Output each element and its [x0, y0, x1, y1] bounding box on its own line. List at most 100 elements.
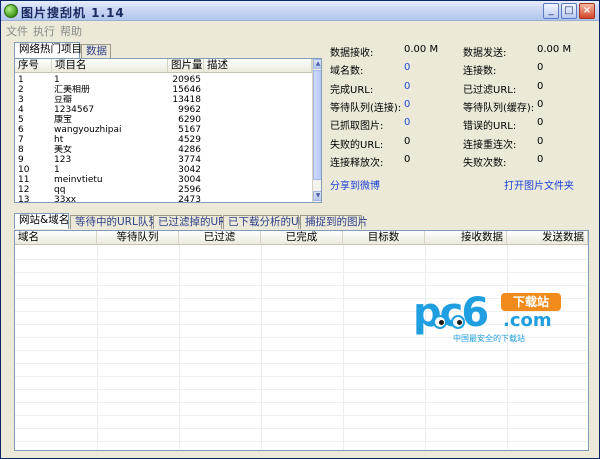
stat-label: 已抓取图片: [330, 121, 384, 133]
stat-label: 失败次数: [463, 157, 507, 169]
stat-label: 等待队列(连接): [330, 102, 402, 114]
row-count: 13418 [172, 95, 201, 105]
scroll-thumb[interactable] [313, 70, 321, 180]
row-index: 3 [18, 95, 24, 105]
row-name: ht [54, 135, 64, 145]
menu-file[interactable]: 文件 [6, 23, 28, 39]
grid-line [15, 272, 588, 273]
row-count: 2596 [178, 185, 201, 195]
col-header-desc[interactable]: 描述 [204, 59, 312, 73]
row-count: 3004 [178, 175, 201, 185]
watermark-eye-icon [433, 315, 447, 329]
table-scrollbar[interactable]: ▲ ▼ [312, 59, 321, 202]
grid-line [15, 428, 588, 429]
grid-line [97, 245, 98, 450]
col-header-filtered[interactable]: 已过滤 [179, 231, 261, 245]
stat-label: 等待队列(缓存): [463, 102, 535, 114]
table-row[interactable]: 13 33xx 2473 [15, 195, 313, 203]
col-header-completed[interactable]: 已完成 [261, 231, 343, 245]
grid-line [15, 415, 588, 416]
row-count: 6290 [178, 115, 201, 125]
menu-help[interactable]: 帮助 [60, 23, 82, 39]
stat-label: 域名数: [330, 66, 364, 78]
row-name: meinvtietu [54, 175, 103, 185]
stat-label: 失败的URL: [330, 139, 384, 151]
bottom-tabs: 网站&域名 等待中的URL队列 已过滤掉的URL 已下载分析的URL 捕捉到的图… [14, 213, 374, 229]
tab-sites-domains[interactable]: 网站&域名 [14, 213, 69, 229]
table-row[interactable]: 6 wangyouzhipai 5167 [15, 125, 313, 135]
grid-line [15, 441, 588, 442]
stat-value: 0 [537, 135, 544, 147]
grid-line [15, 402, 588, 403]
table-row[interactable]: 4 1234567 9962 [15, 105, 313, 115]
scroll-up-icon[interactable]: ▲ [313, 59, 321, 69]
share-weibo-link[interactable]: 分享到微博 [330, 177, 380, 192]
table-row[interactable]: 5 康宝 6290 [15, 115, 313, 125]
col-header-index[interactable]: 序号 [15, 59, 52, 73]
tab-filtered-urls[interactable]: 已过滤掉的URL [153, 215, 231, 229]
table-row[interactable]: 2 汇美相册 15646 [15, 85, 313, 95]
row-count: 9962 [178, 105, 201, 115]
grid-line [15, 259, 588, 260]
row-index: 8 [18, 145, 24, 155]
menu-run[interactable]: 执行 [33, 23, 55, 39]
row-count: 15646 [172, 85, 201, 95]
table-row[interactable]: 10 1 3042 [15, 165, 313, 175]
table-row[interactable]: 12 qq 2596 [15, 185, 313, 195]
col-header-name[interactable]: 项目名 [52, 59, 168, 73]
stat-value: 0 [404, 62, 411, 74]
table-row[interactable]: 9 123 3774 [15, 155, 313, 165]
row-index: 12 [18, 185, 30, 195]
title-bar[interactable]: 图片搜刮机 1.14 _ □ × [1, 1, 599, 21]
col-header-target[interactable]: 目标数 [343, 231, 425, 245]
minimize-button[interactable]: _ [543, 3, 559, 19]
row-count: 5167 [178, 125, 201, 135]
table-row[interactable]: 1 1 20965 [15, 75, 313, 85]
table-row[interactable]: 3 豆瓣 13418 [15, 95, 313, 105]
row-name: 123 [54, 155, 72, 165]
stat-value: 0 [537, 117, 544, 129]
tab-data[interactable]: 数据 [81, 44, 111, 58]
col-header-waiting[interactable]: 等待队列 [97, 231, 179, 245]
col-header-received[interactable]: 接收数据 [425, 231, 507, 245]
top-tabs: 网络热门项目 数据 [14, 42, 314, 58]
grid-line [15, 285, 588, 286]
stat-value: 0 [537, 80, 544, 92]
table-row[interactable]: 11 meinvtietu 3004 [15, 175, 313, 185]
watermark-pc6-text: pc6 [413, 290, 489, 336]
stat-value: 0 [537, 98, 544, 110]
tab-captured-images[interactable]: 捕捉到的图片 [300, 215, 368, 229]
tab-waiting-urls[interactable]: 等待中的URL队列 [70, 215, 159, 229]
row-name: 豆瓣 [54, 95, 73, 105]
table-row[interactable]: 8 美女 4286 [15, 145, 313, 155]
table-row[interactable]: 7 ht 4529 [15, 135, 313, 145]
col-header-domain[interactable]: 域名 [15, 231, 97, 245]
grid-line [15, 376, 588, 377]
col-header-count[interactable]: 图片量 [168, 59, 204, 73]
open-folder-link[interactable]: 打开图片文件夹 [504, 177, 574, 192]
stat-label: 数据发送: [463, 48, 507, 59]
close-button[interactable]: × [579, 3, 595, 19]
row-index: 9 [18, 155, 24, 165]
pc6-watermark-logo: pc6 下载站 .com 中国最安全的下载站 [413, 291, 573, 351]
watermark-com: .com [503, 310, 552, 331]
grid-line [15, 363, 588, 364]
tab-downloaded-urls[interactable]: 已下载分析的URL [223, 215, 312, 229]
maximize-button[interactable]: □ [561, 3, 577, 19]
row-name: 1 [54, 165, 60, 175]
row-name: 美女 [54, 145, 73, 155]
app-window: 图片搜刮机 1.14 _ □ × 文件 执行 帮助 网络热门项目 数据 序号 项… [0, 0, 600, 459]
scroll-down-icon[interactable]: ▼ [313, 191, 321, 201]
hot-projects-table[interactable]: 序号 项目名 图片量 描述 1 1 20965 2 汇美相册 15646 3 豆瓣 13418 4… [14, 58, 322, 203]
window-title: 图片搜刮机 1.14 [21, 6, 125, 20]
stat-label: 错误的URL: [463, 121, 517, 133]
row-index: 1 [18, 75, 24, 85]
tab-hot-projects[interactable]: 网络热门项目 [14, 42, 82, 58]
stat-label: 连接释放次: [330, 157, 384, 169]
row-index: 13 [18, 195, 30, 203]
row-name: 1234567 [54, 105, 95, 115]
app-icon [4, 4, 18, 18]
row-index: 4 [18, 105, 24, 115]
stat-value: 0 [404, 117, 411, 129]
col-header-sent[interactable]: 发送数据 [507, 231, 588, 245]
